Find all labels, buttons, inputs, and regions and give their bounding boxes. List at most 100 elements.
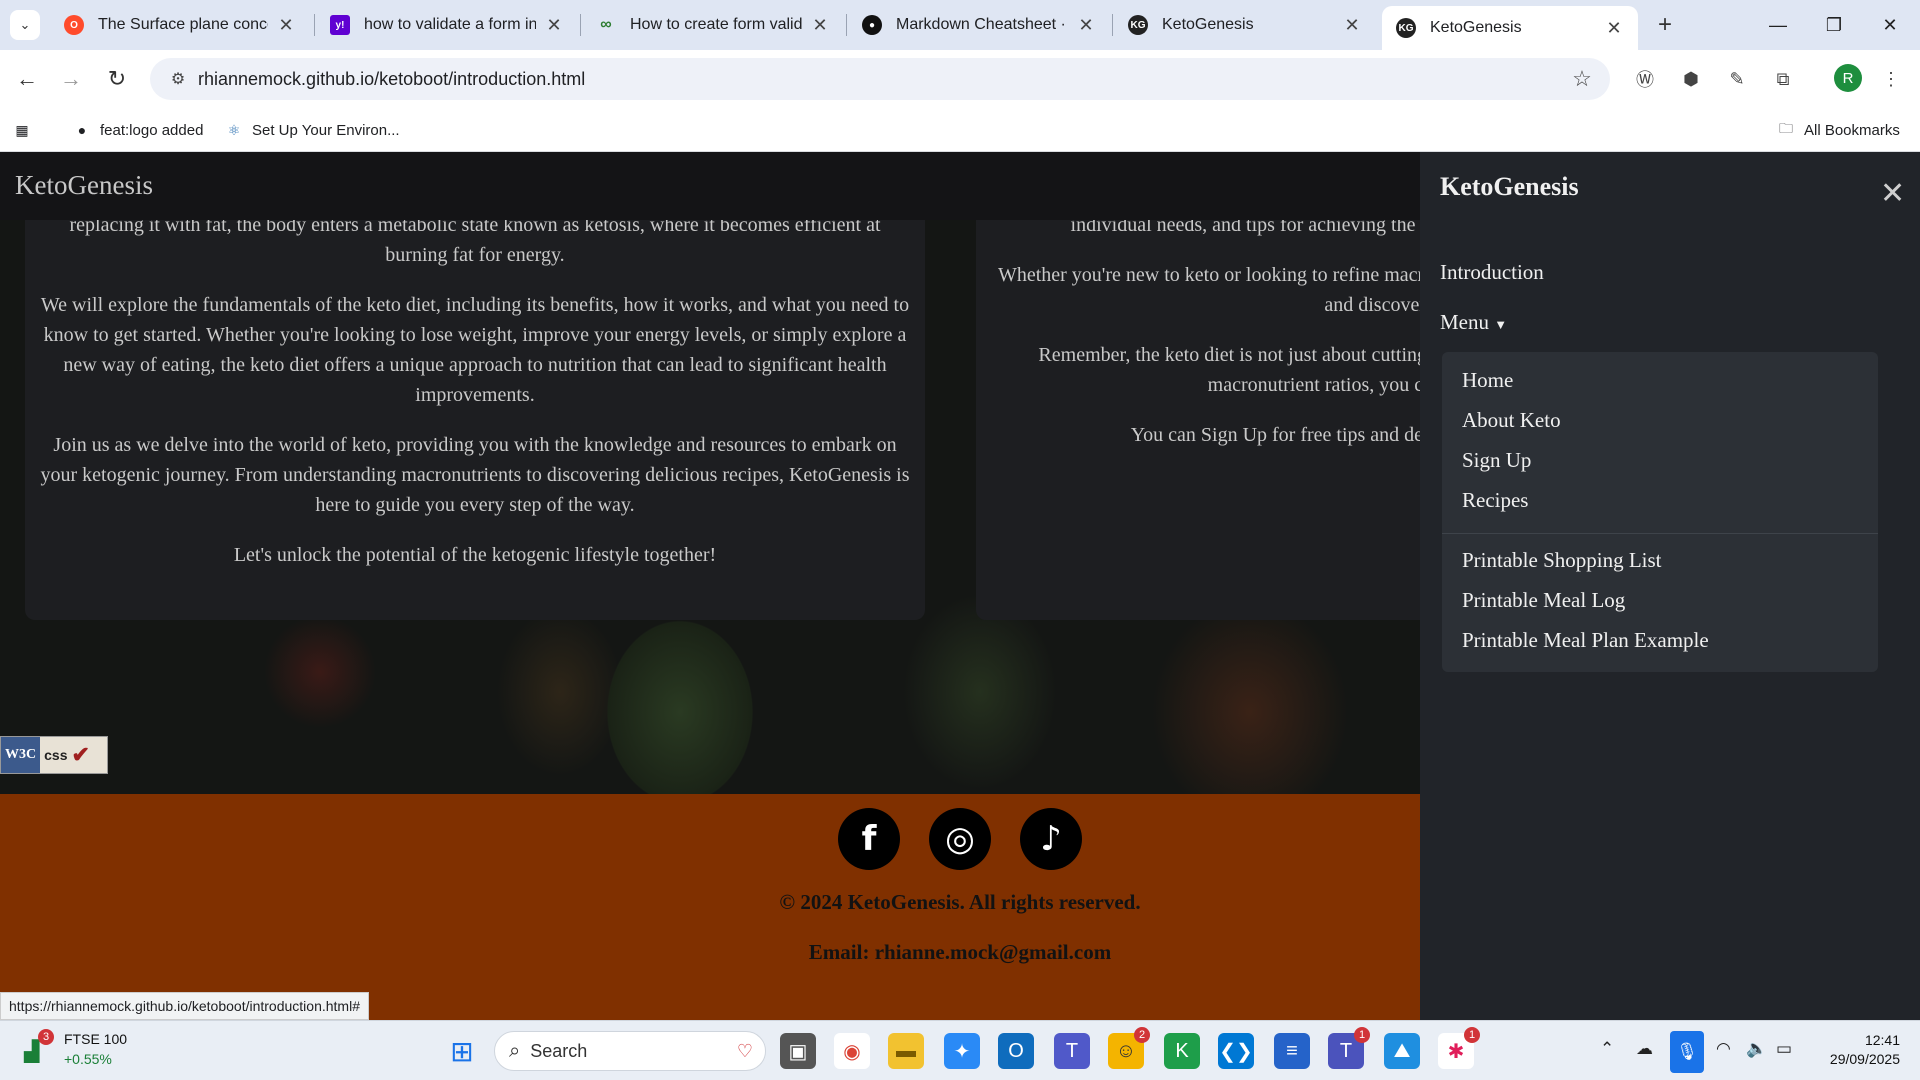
dropdown-item-meal-plan[interactable]: Printable Meal Plan Example [1462, 628, 1709, 653]
dropdown-item-sign-up[interactable]: Sign Up [1462, 448, 1531, 473]
react-icon: ⚛ [227, 121, 241, 138]
site-navbar: KetoGenesis [0, 152, 1420, 220]
tab-validate-form[interactable]: y! how to validate a form in js ✕ [316, 0, 578, 50]
dropdown-item-home[interactable]: Home [1462, 368, 1513, 393]
address-bar[interactable]: ⚙ rhiannemock.github.io/ketoboot/introdu… [150, 58, 1610, 100]
dropdown-item-recipes[interactable]: Recipes [1462, 488, 1528, 513]
notepad-icon[interactable]: ≡ [1274, 1033, 1310, 1069]
wifi-icon[interactable]: ◠ [1716, 1039, 1731, 1059]
apps-grid-icon[interactable]: ▦ [12, 120, 40, 140]
tab-strip: ⌄ O The Surface plane concerns ✕ y! how … [0, 0, 1920, 50]
checkmark-icon: ✔ [71, 742, 90, 767]
tab-form-validation[interactable]: ∞ How to create form validation ✕ [582, 0, 844, 50]
close-icon[interactable]: ✕ [810, 15, 830, 36]
page-viewport: KetoGenesis replacing it with fat, the b… [0, 152, 1920, 1020]
outlook-icon[interactable]: O [998, 1033, 1034, 1069]
windows-taskbar: ▟ 3 FTSE 100 +0.55% ⊞ ⌕ Search ♡ ▣ ◉ ▬ ✦… [0, 1020, 1920, 1080]
bookmark-setup-environ[interactable]: ⚛ Set Up Your Environ... [224, 120, 400, 140]
opera-icon: O [64, 15, 84, 35]
all-bookmarks[interactable]: 🗀 All Bookmarks [1776, 120, 1900, 140]
infinity-icon: ∞ [600, 16, 612, 33]
nav-introduction[interactable]: Introduction [1440, 260, 1544, 285]
taskbar-search[interactable]: ⌕ Search ♡ [494, 1031, 766, 1071]
extensions-puzzle-icon[interactable]: ⧉ [1768, 64, 1798, 94]
dropdown-item-shopping-list[interactable]: Printable Shopping List [1462, 548, 1662, 573]
new-tab-button[interactable]: + [1650, 10, 1680, 40]
close-icon[interactable]: ✕ [544, 15, 564, 36]
menu-dropdown-toggle[interactable]: Menu ▼ [1440, 310, 1507, 335]
teams-icon[interactable]: T [1054, 1033, 1090, 1069]
close-icon[interactable]: ✕ [1880, 176, 1905, 211]
tab-divider [314, 14, 315, 36]
tab-divider [580, 14, 581, 36]
photos-icon[interactable]: ⛰ [1384, 1033, 1420, 1069]
site-footer: f ◎ ♪ © 2024 KetoGenesis. All rights res… [0, 794, 1420, 1020]
intro-paragraph: We will explore the fundamentals of the … [40, 294, 910, 406]
close-icon[interactable]: ✕ [1342, 15, 1362, 36]
dropdown-item-meal-log[interactable]: Printable Meal Log [1462, 588, 1625, 613]
tab-divider [1112, 14, 1113, 36]
onedrive-icon[interactable]: ☁ [1636, 1039, 1653, 1059]
github-icon: ● [77, 122, 87, 138]
close-icon[interactable]: ✕ [276, 15, 296, 36]
more-menu-icon[interactable]: ⋮ [1876, 64, 1906, 94]
macros-paragraph: You can Sign Up for free tips and delici… [1130, 424, 1436, 446]
windows-start-icon[interactable]: ⊞ [444, 1033, 480, 1069]
kotlin-app-icon[interactable]: K [1164, 1033, 1200, 1069]
menu-dropdown: Home About Keto Sign Up Recipes Printabl… [1442, 352, 1878, 672]
tab-search-button[interactable]: ⌄ [10, 10, 40, 40]
chrome-icon[interactable]: ◉ [834, 1033, 870, 1069]
kg-icon: KG [1128, 15, 1148, 35]
tab-ketogenesis-active[interactable]: KG KetoGenesis ✕ [1382, 6, 1638, 50]
battery-icon[interactable]: ▭ [1776, 1039, 1792, 1059]
tab-surface-plane[interactable]: O The Surface plane concerns ✕ [50, 0, 310, 50]
site-info-icon[interactable]: ⚙ [158, 69, 198, 89]
stock-badge: 3 [38, 1029, 54, 1045]
pen-extension-icon[interactable]: ✎ [1722, 64, 1752, 94]
w3c-css-badge[interactable]: W3C css ✔ [0, 736, 108, 774]
wordpress-extension-icon[interactable]: Ⓦ [1630, 64, 1660, 94]
dropdown-item-about-keto[interactable]: About Keto [1462, 408, 1561, 433]
instagram-icon[interactable]: ◎ [929, 808, 991, 870]
caret-down-icon: ▼ [1494, 317, 1508, 332]
search-icon: ⌕ [509, 1039, 521, 1062]
tiktok-icon[interactable]: ♪ [1020, 808, 1082, 870]
yahoo-icon: y! [330, 15, 350, 35]
kg-icon: KG [1396, 18, 1416, 38]
copilot-icon[interactable]: ✦ [944, 1033, 980, 1069]
close-icon[interactable]: ✕ [1076, 15, 1096, 36]
forward-button[interactable]: → [54, 62, 88, 96]
bookmarks-bar: ▦ ● feat:logo added ⚛ Set Up Your Enviro… [0, 108, 1920, 152]
minimize-button[interactable]: — [1750, 0, 1806, 50]
url-text[interactable]: rhiannemock.github.io/ketoboot/introduct… [198, 69, 1562, 90]
bookmark-feat-logo[interactable]: ● feat:logo added [72, 120, 204, 140]
close-icon[interactable]: ✕ [1604, 18, 1624, 39]
system-clock[interactable]: 12:41 29/09/2025 [1800, 1031, 1900, 1069]
macros-card: individual needs, and tips for achieving… [976, 220, 1436, 620]
volume-icon[interactable]: 🔈 [1746, 1039, 1767, 1059]
microphone-icon[interactable]: 🎙 [1670, 1031, 1704, 1073]
slack-icon[interactable]: ✱ 1 [1438, 1027, 1480, 1069]
tray-overflow-icon[interactable]: ⌃ [1600, 1039, 1614, 1059]
profile-avatar[interactable]: R [1834, 64, 1862, 92]
tab-markdown-cheatsheet[interactable]: ● Markdown Cheatsheet · ad ✕ [848, 0, 1110, 50]
tab-ketogenesis[interactable]: KG KetoGenesis ✕ [1114, 0, 1376, 50]
restore-button[interactable]: ❐ [1806, 0, 1862, 50]
teams-work-icon[interactable]: T1 [1328, 1027, 1370, 1069]
vscode-icon[interactable]: ❮❯ [1218, 1033, 1254, 1069]
site-brand[interactable]: KetoGenesis [15, 170, 153, 201]
close-window-button[interactable]: ✕ [1862, 0, 1918, 50]
chat-icon[interactable]: ☺ 2 [1108, 1027, 1150, 1069]
task-view-icon[interactable]: ▣ [780, 1033, 816, 1069]
macros-paragraph: individual needs, and tips for achieving… [1070, 220, 1436, 236]
bookmark-star-icon[interactable]: ☆ [1562, 66, 1602, 92]
file-explorer-icon[interactable]: ▬ [888, 1033, 924, 1069]
offcanvas-menu: KetoGenesis ✕ Introduction Menu ▼ Home A… [1420, 152, 1920, 1020]
intro-paragraph: Let's unlock the potential of the ketoge… [233, 544, 717, 566]
shield-extension-icon[interactable]: ⬢ [1676, 64, 1706, 94]
intro-paragraph: replacing it with fat, the body enters a… [69, 220, 881, 266]
facebook-icon[interactable]: f [838, 808, 900, 870]
back-button[interactable]: ← [10, 62, 44, 96]
macros-paragraph: Remember, the keto diet is not just abou… [1038, 344, 1436, 396]
reload-button[interactable]: ↻ [100, 62, 134, 96]
